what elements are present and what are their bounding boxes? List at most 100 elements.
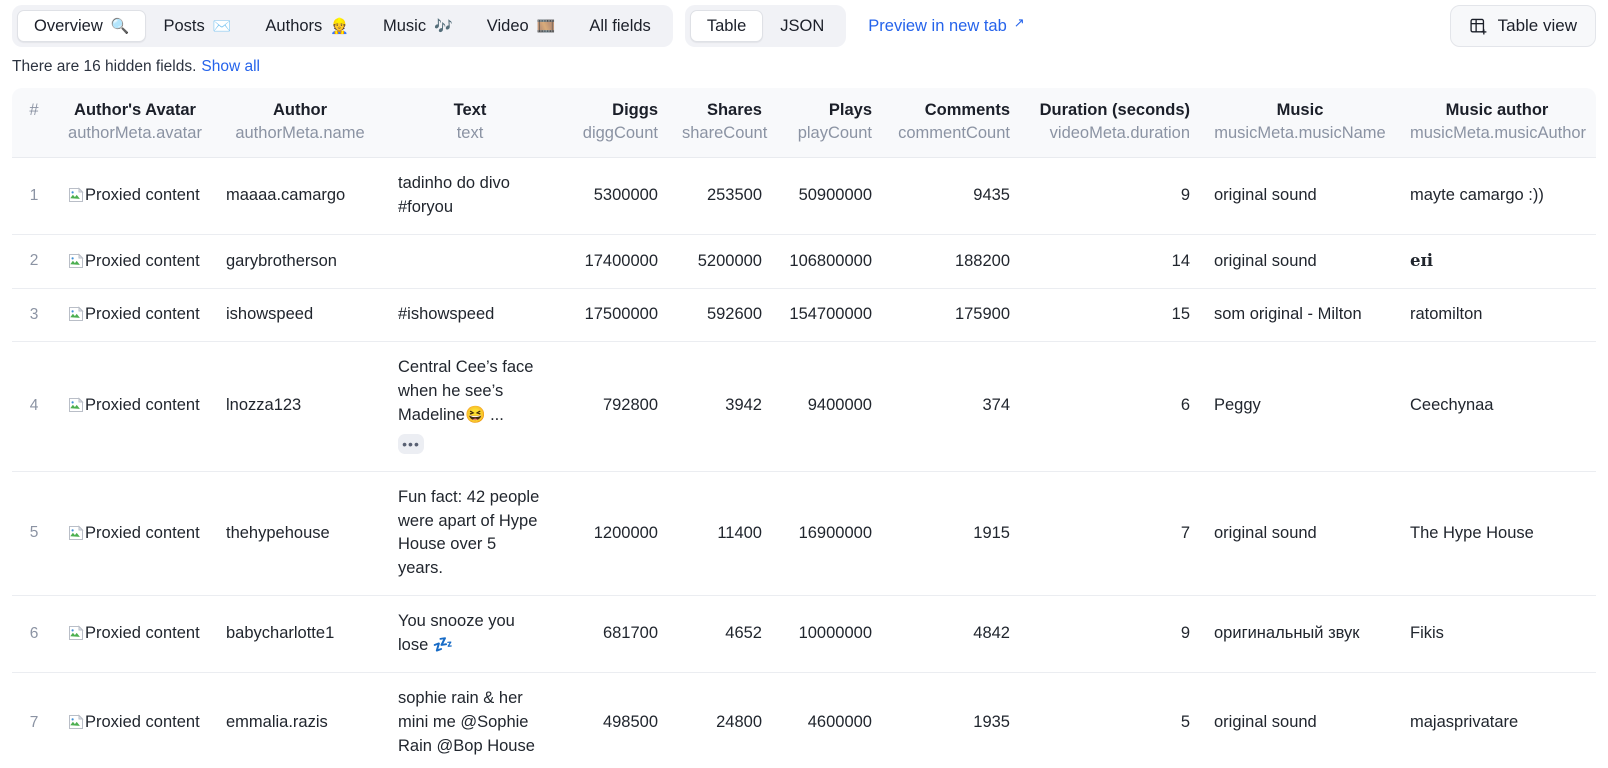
cell-avatar[interactable]: Proxied content xyxy=(56,672,214,768)
cell-music-author[interactable]: ratomilton xyxy=(1398,288,1596,342)
cell-author[interactable]: garybrotherson xyxy=(214,234,386,290)
cell-avatar[interactable]: Proxied content xyxy=(56,595,214,674)
cell-comments[interactable]: 4842 xyxy=(884,595,1022,674)
column-header-musicMeta-musicName[interactable]: Music musicMeta.musicName xyxy=(1202,88,1398,159)
table-view-button[interactable]: Table view xyxy=(1449,5,1596,47)
cell-author[interactable]: thehypehouse xyxy=(214,471,386,597)
cell-duration[interactable]: 5 xyxy=(1022,672,1202,768)
show-all-fields-link[interactable]: Show all xyxy=(201,58,260,76)
column-header-diggCount[interactable]: Diggs diggCount xyxy=(554,88,670,159)
cell-plays[interactable]: 10000000 xyxy=(774,595,884,674)
expand-text-button[interactable]: ••• xyxy=(398,433,424,454)
column-header-videoMeta-duration[interactable]: Duration (seconds) videoMeta.duration xyxy=(1022,88,1202,159)
cell-plays[interactable]: 16900000 xyxy=(774,471,884,597)
column-header-playCount[interactable]: Plays playCount xyxy=(774,88,884,159)
format-tab-table[interactable]: Table xyxy=(689,10,764,42)
cell-shares[interactable]: 4652 xyxy=(670,595,774,674)
tab-video[interactable]: Video 🎞️ xyxy=(470,10,573,42)
cell-text[interactable] xyxy=(386,234,554,290)
cell-duration[interactable]: 6 xyxy=(1022,341,1202,472)
column-header-authorMeta-avatar[interactable]: Author's Avatar authorMeta.avatar xyxy=(56,88,214,159)
cell-music-author[interactable]: mayte camargo :)) xyxy=(1398,157,1596,236)
cell-music[interactable]: original sound xyxy=(1202,471,1398,597)
cell-duration[interactable]: 9 xyxy=(1022,595,1202,674)
table-row[interactable]: 5 Proxied content thehypehouse Fun fact: 42… xyxy=(12,471,1596,597)
cell-text[interactable]: Central Cee’s face when he see’s Madelin… xyxy=(386,341,554,472)
tab-overview[interactable]: Overview 🔍 xyxy=(17,10,147,42)
cell-diggs[interactable]: 498500 xyxy=(554,672,670,768)
cell-avatar[interactable]: Proxied content xyxy=(56,157,214,236)
cell-shares[interactable]: 24800 xyxy=(670,672,774,768)
cell-author[interactable]: maaaa.camargo xyxy=(214,157,386,236)
cell-music[interactable]: original sound xyxy=(1202,234,1398,290)
column-header-index[interactable]: # xyxy=(12,88,56,159)
cell-avatar[interactable]: Proxied content xyxy=(56,341,214,472)
cell-diggs[interactable]: 1200000 xyxy=(554,471,670,597)
cell-music[interactable]: original sound xyxy=(1202,157,1398,236)
preview-in-new-tab-link[interactable]: Preview in new tab ↗ xyxy=(868,15,1024,36)
cell-plays[interactable]: 9400000 xyxy=(774,341,884,472)
cell-avatar[interactable]: Proxied content xyxy=(56,288,214,342)
cell-shares[interactable]: 592600 xyxy=(670,288,774,342)
cell-author[interactable]: ishowspeed xyxy=(214,288,386,342)
cell-music[interactable]: оригинальный звук xyxy=(1202,595,1398,674)
table-row[interactable]: 1 Proxied content maaaa.camargo tadinho do … xyxy=(12,157,1596,236)
cell-author[interactable]: lnozza123 xyxy=(214,341,386,472)
cell-plays[interactable]: 106800000 xyxy=(774,234,884,290)
table-row[interactable]: 4 Proxied content lnozza123 Central Cee’s f… xyxy=(12,341,1596,472)
cell-comments[interactable]: 188200 xyxy=(884,234,1022,290)
cell-diggs[interactable]: 17500000 xyxy=(554,288,670,342)
cell-avatar[interactable]: Proxied content xyxy=(56,234,214,290)
cell-diggs[interactable]: 792800 xyxy=(554,341,670,472)
cell-music-author[interactable]: majasprivatare xyxy=(1398,672,1596,768)
cell-shares[interactable]: 5200000 xyxy=(670,234,774,290)
tab-authors[interactable]: Authors 👷 xyxy=(248,10,366,42)
cell-comments[interactable]: 1935 xyxy=(884,672,1022,768)
cell-shares[interactable]: 253500 xyxy=(670,157,774,236)
cell-text[interactable]: sophie rain & her mini me @Sophie Rain @… xyxy=(386,672,554,768)
cell-music-author[interactable]: Fikis xyxy=(1398,595,1596,674)
tab-all-fields[interactable]: All fields xyxy=(572,10,667,42)
table-row[interactable]: 7 Proxied content emmalia.razis sophie rain… xyxy=(12,672,1596,768)
cell-diggs[interactable]: 5300000 xyxy=(554,157,670,236)
cell-text[interactable]: Fun fact: 42 people were apart of Hype H… xyxy=(386,471,554,597)
cell-comments[interactable]: 1915 xyxy=(884,471,1022,597)
cell-duration[interactable]: 9 xyxy=(1022,157,1202,236)
table-row[interactable]: 6 Proxied content babycharlotte1 You snooze… xyxy=(12,595,1596,674)
cell-music[interactable]: som original - Milton xyxy=(1202,288,1398,342)
cell-comments[interactable]: 175900 xyxy=(884,288,1022,342)
cell-author[interactable]: emmalia.razis xyxy=(214,672,386,768)
cell-comments[interactable]: 9435 xyxy=(884,157,1022,236)
column-header-commentCount[interactable]: Comments commentCount xyxy=(884,88,1022,159)
table-row[interactable]: 2 Proxied content garybrotherson 17400000 52… xyxy=(12,234,1596,290)
cell-plays[interactable]: 154700000 xyxy=(774,288,884,342)
cell-avatar[interactable]: Proxied content xyxy=(56,471,214,597)
column-header-shareCount[interactable]: Shares shareCount xyxy=(670,88,774,159)
cell-music-author[interactable]: The Hype House xyxy=(1398,471,1596,597)
table-row[interactable]: 3 Proxied content ishowspeed #ishowspeed 175… xyxy=(12,288,1596,342)
cell-duration[interactable]: 14 xyxy=(1022,234,1202,290)
cell-music[interactable]: Peggy xyxy=(1202,341,1398,472)
format-tab-json[interactable]: JSON xyxy=(763,10,841,42)
cell-plays[interactable]: 50900000 xyxy=(774,157,884,236)
cell-diggs[interactable]: 17400000 xyxy=(554,234,670,290)
cell-diggs[interactable]: 681700 xyxy=(554,595,670,674)
column-header-authorMeta-name[interactable]: Author authorMeta.name xyxy=(214,88,386,159)
cell-comments[interactable]: 374 xyxy=(884,341,1022,472)
cell-shares[interactable]: 11400 xyxy=(670,471,774,597)
cell-music-author[interactable]: Ceechynaa xyxy=(1398,341,1596,472)
cell-duration[interactable]: 7 xyxy=(1022,471,1202,597)
cell-duration[interactable]: 15 xyxy=(1022,288,1202,342)
cell-shares[interactable]: 3942 xyxy=(670,341,774,472)
cell-music-author[interactable]: eɪi xyxy=(1398,234,1596,290)
tab-posts[interactable]: Posts ✉️ xyxy=(146,10,248,42)
cell-music[interactable]: original sound xyxy=(1202,672,1398,768)
tab-music[interactable]: Music 🎶 xyxy=(366,10,470,42)
cell-author[interactable]: babycharlotte1 xyxy=(214,595,386,674)
column-header-musicMeta-musicAuthor[interactable]: Music author musicMeta.musicAuthor xyxy=(1398,88,1596,159)
cell-text[interactable]: You snooze you lose 💤 xyxy=(386,595,554,674)
cell-plays[interactable]: 4600000 xyxy=(774,672,884,768)
column-header-text[interactable]: Text text xyxy=(386,88,554,159)
cell-text[interactable]: tadinho do divo #foryou xyxy=(386,157,554,236)
cell-text[interactable]: #ishowspeed xyxy=(386,288,554,342)
